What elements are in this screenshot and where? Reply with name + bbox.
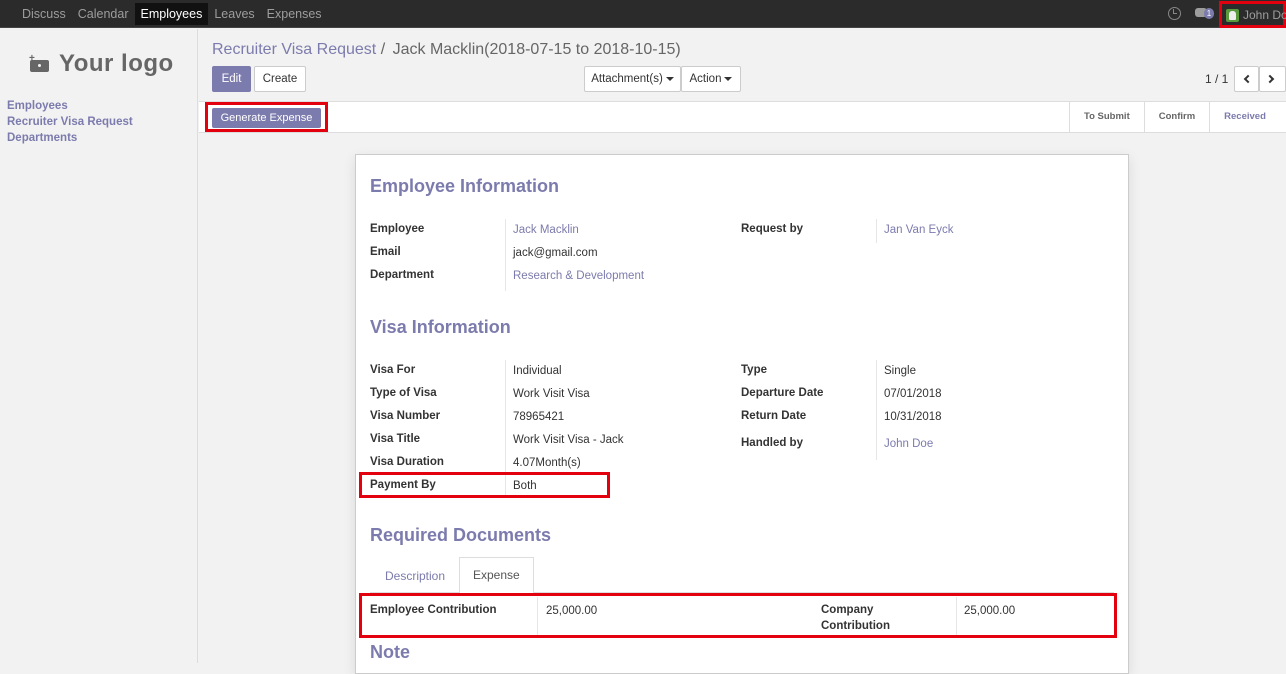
type-label: Type <box>741 364 767 376</box>
user-avatar-icon <box>1226 9 1239 22</box>
request-by-label: Request by <box>741 223 803 235</box>
type-value: Single <box>884 365 916 377</box>
menu-discuss[interactable]: Discuss <box>16 3 72 25</box>
stage-confirm[interactable]: Confirm <box>1143 102 1209 132</box>
breadcrumb: Recruiter Visa Request / Jack Macklin(20… <box>212 41 681 59</box>
edit-button[interactable]: Edit <box>212 66 251 92</box>
column-divider <box>956 597 957 635</box>
pager-next-button[interactable] <box>1259 66 1286 92</box>
caret-down-icon <box>724 76 733 81</box>
chat-count-badge: 1 <box>1204 8 1214 19</box>
tab-expense[interactable]: Expense <box>459 557 534 593</box>
payment-by-label: Payment By <box>370 479 436 491</box>
visa-number-label: Visa Number <box>370 410 441 422</box>
employee-information-heading: Employee Information <box>370 176 560 196</box>
stage-to-submit[interactable]: To Submit <box>1069 102 1144 132</box>
column-divider <box>876 360 877 460</box>
user-name: John Doe <box>1243 8 1286 22</box>
required-documents-heading: Required Documents <box>370 525 552 545</box>
company-contribution-value: 25,000.00 <box>964 605 1016 617</box>
pager-previous-button[interactable] <box>1234 66 1259 92</box>
logo-text: Your logo <box>59 50 174 77</box>
column-divider <box>505 219 506 291</box>
type-of-visa-label: Type of Visa <box>370 387 437 399</box>
type-of-visa-value: Work Visit Visa <box>513 388 590 400</box>
department-value-link[interactable]: Research & Development <box>513 270 644 282</box>
breadcrumb-separator: / <box>380 41 386 58</box>
create-button[interactable]: Create <box>254 66 306 92</box>
chevron-right-icon <box>1265 74 1275 84</box>
visa-for-label: Visa For <box>370 364 416 376</box>
menu-expenses[interactable]: Expenses <box>261 3 328 25</box>
generate-expense-button[interactable]: Generate Expense <box>212 108 321 128</box>
user-menu[interactable]: John Doe <box>1219 1 1286 28</box>
departure-date-value: 07/01/2018 <box>884 388 942 400</box>
visa-duration-label: Visa Duration <box>370 456 444 468</box>
return-date-value: 10/31/2018 <box>884 411 942 423</box>
menu-employees[interactable]: Employees <box>134 3 209 25</box>
sidebar-item-employees[interactable]: Employees <box>7 98 133 114</box>
pager-value[interactable]: 1 / 1 <box>1205 72 1228 86</box>
company-contribution-label-line1: Company <box>821 604 874 616</box>
employee-value-link[interactable]: Jack Macklin <box>513 224 579 236</box>
return-date-label: Return Date <box>741 410 807 422</box>
chevron-left-icon <box>1243 74 1253 84</box>
activity-clock-icon[interactable] <box>1168 7 1181 20</box>
tab-description[interactable]: Description <box>385 569 445 583</box>
app-menu: Discuss Calendar Employees Leaves Expens… <box>16 3 328 25</box>
employee-contribution-value: 25,000.00 <box>546 605 598 617</box>
action-label: Action <box>689 73 722 85</box>
company-contribution-label-line2: Contribution <box>821 620 890 632</box>
top-navbar: Discuss Calendar Employees Leaves Expens… <box>0 0 1286 28</box>
highlight-generate-expense: Generate Expense <box>205 102 328 132</box>
sidebar-item-departments[interactable]: Departments <box>7 130 133 146</box>
caret-down-icon <box>665 76 674 81</box>
visa-information-heading: Visa Information <box>370 317 511 337</box>
email-label: Email <box>370 246 401 258</box>
breadcrumb-current: Jack Macklin(2018-07-15 to 2018-10-15) <box>392 41 681 58</box>
menu-calendar[interactable]: Calendar <box>72 3 135 25</box>
visa-for-value: Individual <box>513 365 562 377</box>
visa-title-label: Visa Title <box>370 433 421 445</box>
column-divider <box>537 597 538 635</box>
department-label: Department <box>370 269 434 281</box>
column-divider <box>876 219 877 243</box>
visa-title-value: Work Visit Visa - Jack <box>513 434 624 446</box>
employee-label: Employee <box>370 223 425 235</box>
handled-by-label: Handled by <box>741 437 803 449</box>
company-logo: + Your logo <box>29 50 174 78</box>
sidebar-links: Employees Recruiter Visa Request Departm… <box>7 98 133 146</box>
departure-date-label: Departure Date <box>741 387 824 399</box>
sidebar: + Your logo Employees Recruiter Visa Req… <box>0 29 198 663</box>
email-value: jack@gmail.com <box>513 247 598 259</box>
stage-indicator: To Submit Confirm Received <box>1069 102 1280 132</box>
camera-icon: + <box>29 54 51 73</box>
visa-duration-value: 4.07Month(s) <box>513 457 581 469</box>
stage-received[interactable]: Received <box>1209 102 1280 132</box>
employee-contribution-label: Employee Contribution <box>370 604 497 616</box>
attachments-label: Attachment(s) <box>591 73 663 85</box>
sidebar-item-recruiter-visa-request[interactable]: Recruiter Visa Request <box>7 114 133 130</box>
payment-by-value: Both <box>513 480 537 492</box>
request-by-value-link[interactable]: Jan Van Eyck <box>884 224 953 236</box>
breadcrumb-parent-link[interactable]: Recruiter Visa Request <box>212 41 376 58</box>
note-heading: Note <box>370 642 410 662</box>
attachments-dropdown[interactable]: Attachment(s) <box>584 66 681 92</box>
handled-by-value-link[interactable]: John Doe <box>884 438 933 450</box>
action-dropdown[interactable]: Action <box>681 66 741 92</box>
menu-leaves[interactable]: Leaves <box>208 3 260 25</box>
visa-number-value: 78965421 <box>513 411 565 423</box>
